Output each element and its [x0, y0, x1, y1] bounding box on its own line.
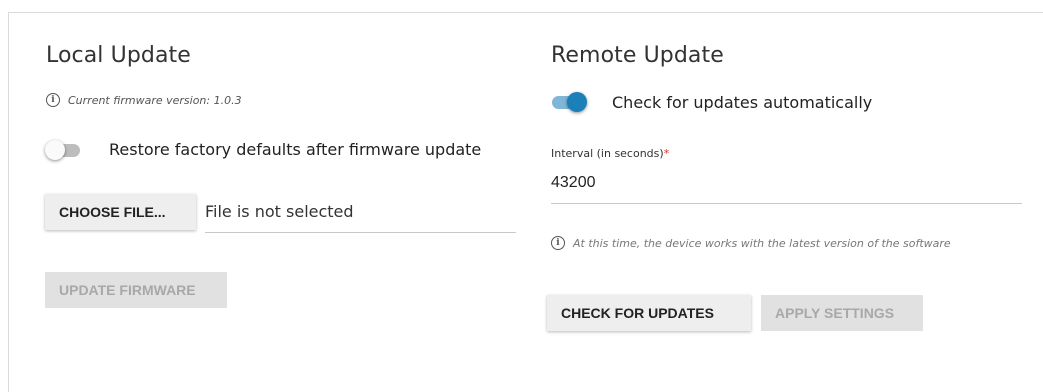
- update-firmware-button[interactable]: UPDATE FIRMWARE: [45, 272, 227, 308]
- info-icon: i: [551, 236, 565, 250]
- firmware-panel: Local Update i Current firmware version:…: [8, 12, 1043, 392]
- apply-settings-button[interactable]: APPLY SETTINGS: [761, 295, 923, 331]
- choose-file-button[interactable]: CHOOSE FILE...: [45, 194, 196, 230]
- interval-label-text: Interval (in seconds): [551, 147, 664, 160]
- firmware-version-text: Current firmware version: 1.0.3: [68, 93, 242, 107]
- required-mark: *: [663, 147, 670, 160]
- auto-check-toggle[interactable]: [550, 92, 587, 112]
- firmware-version-info: i Current firmware version: 1.0.3: [46, 93, 242, 107]
- interval-input[interactable]: [551, 174, 1021, 192]
- check-for-updates-button[interactable]: CHECK FOR UPDATES: [547, 295, 751, 331]
- update-status-info: i At this time, the device works with th…: [551, 236, 951, 250]
- restore-defaults-label[interactable]: Restore factory defaults after firmware …: [109, 140, 481, 159]
- info-icon: i: [46, 93, 60, 107]
- toggle-thumb: [567, 92, 587, 112]
- interval-label: Interval (in seconds)*: [551, 147, 669, 160]
- file-field-underline: [205, 232, 516, 233]
- local-update-title: Local Update: [46, 43, 191, 68]
- auto-check-label[interactable]: Check for updates automatically: [612, 93, 872, 112]
- update-status-text: At this time, the device works with the …: [573, 236, 951, 250]
- restore-defaults-toggle[interactable]: [45, 140, 81, 160]
- remote-update-title: Remote Update: [551, 43, 724, 68]
- toggle-thumb: [45, 140, 65, 160]
- interval-underline: [551, 203, 1022, 204]
- file-status-text: File is not selected: [205, 202, 354, 221]
